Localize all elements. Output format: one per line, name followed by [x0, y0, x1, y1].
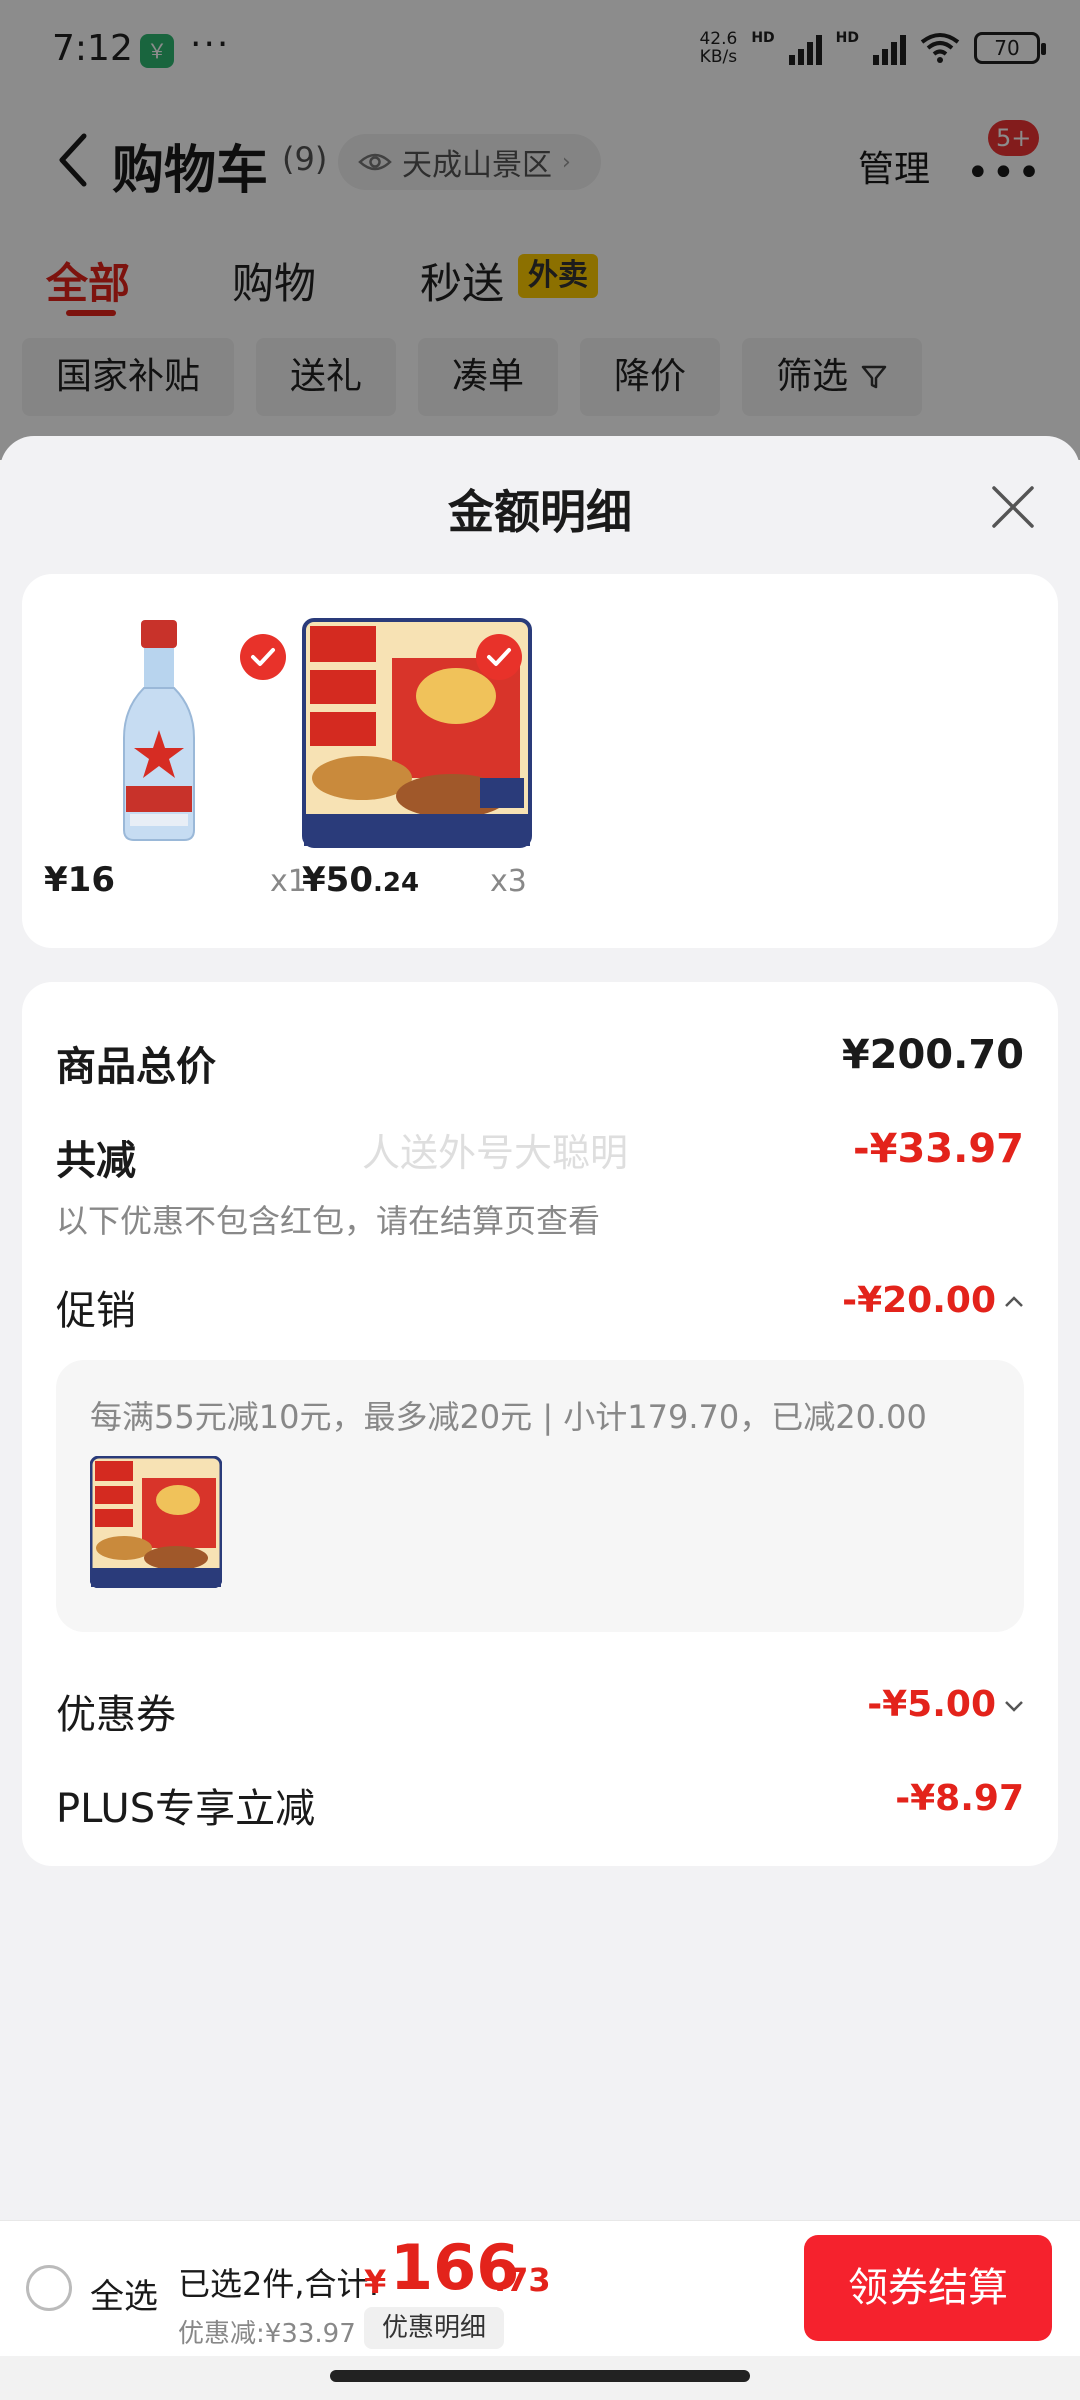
total-currency-symbol: ¥ [364, 2263, 387, 2301]
chevron-down-icon [1005, 1700, 1023, 1712]
plus-discount-value: -¥8.97 [895, 1778, 1024, 1819]
chevron-up-icon [1005, 1295, 1023, 1307]
close-icon[interactable] [990, 484, 1036, 530]
modal-overlay[interactable] [0, 0, 1080, 460]
promotion-label: 促销 [56, 1288, 136, 1334]
discount-detail-button[interactable]: 优惠明细 [364, 2307, 505, 2349]
sheet-title: 金额明细 [448, 485, 632, 539]
watermark-text: 人送外号大聪明 [362, 1131, 629, 1175]
price-breakdown-card: 商品总价 ¥200.70 共减 人送外号大聪明 -¥33.97 以下优惠不包含红… [22, 982, 1058, 1866]
reduction-note: 以下优惠不包含红包，请在结算页查看 [56, 1202, 601, 1240]
coupon-value: -¥5.00 [867, 1684, 996, 1725]
promotion-toggle[interactable]: -¥20.00 [842, 1280, 1024, 1321]
product-price: ¥16 [44, 860, 115, 900]
total-price-value: ¥200.70 [841, 1032, 1024, 1078]
total-amount-decimal: .73 [494, 2261, 551, 2299]
plus-discount-label: PLUS专享立减 [56, 1786, 316, 1832]
selected-check-icon[interactable] [240, 634, 286, 680]
promotion-detail-box: 每满55元减10元，最多减20元 | 小计179.70，已减20.00 [56, 1360, 1024, 1632]
home-indicator[interactable] [330, 2370, 750, 2382]
promotion-value: -¥20.00 [842, 1280, 996, 1321]
selected-products-card: ¥16 x1 ¥50.24 x3 [22, 574, 1058, 948]
coupon-toggle[interactable]: -¥5.00 [867, 1684, 1024, 1725]
amount-detail-sheet: 金额明细 ¥16 x1 ¥50.24 x3 商品总价 ¥200.70 共减 人送… [0, 436, 1080, 2220]
total-reduction-value: -¥33.97 [853, 1126, 1024, 1172]
checkout-bar: 全选 已选2件,合计: ¥ 166 .73 优惠减:¥33.97 优惠明细 领券… [0, 2220, 1080, 2356]
promotion-rule-text: 每满55元减10元，最多减20元 | 小计179.70，已减20.00 [90, 1398, 927, 1436]
total-reduction-label: 共减 [56, 1138, 136, 1184]
select-all-radio[interactable] [26, 2265, 72, 2311]
select-all-label[interactable]: 全选 [90, 2269, 158, 2318]
selected-count-label: 已选2件,合计: [178, 2265, 380, 2303]
selected-check-icon[interactable] [476, 634, 522, 680]
total-price-label: 商品总价 [56, 1044, 216, 1090]
checkout-button[interactable]: 领券结算 [804, 2235, 1052, 2341]
discount-summary: 优惠减:¥33.97 [178, 2319, 356, 2349]
promotion-product-thumbnail [90, 1456, 222, 1588]
product-price: ¥50.24 [302, 860, 420, 900]
coupon-label: 优惠券 [56, 1692, 176, 1738]
product-item[interactable]: ¥16 x1 [44, 618, 307, 918]
product-item[interactable]: ¥50.24 x3 [302, 618, 532, 918]
product-quantity: x3 [490, 864, 527, 899]
